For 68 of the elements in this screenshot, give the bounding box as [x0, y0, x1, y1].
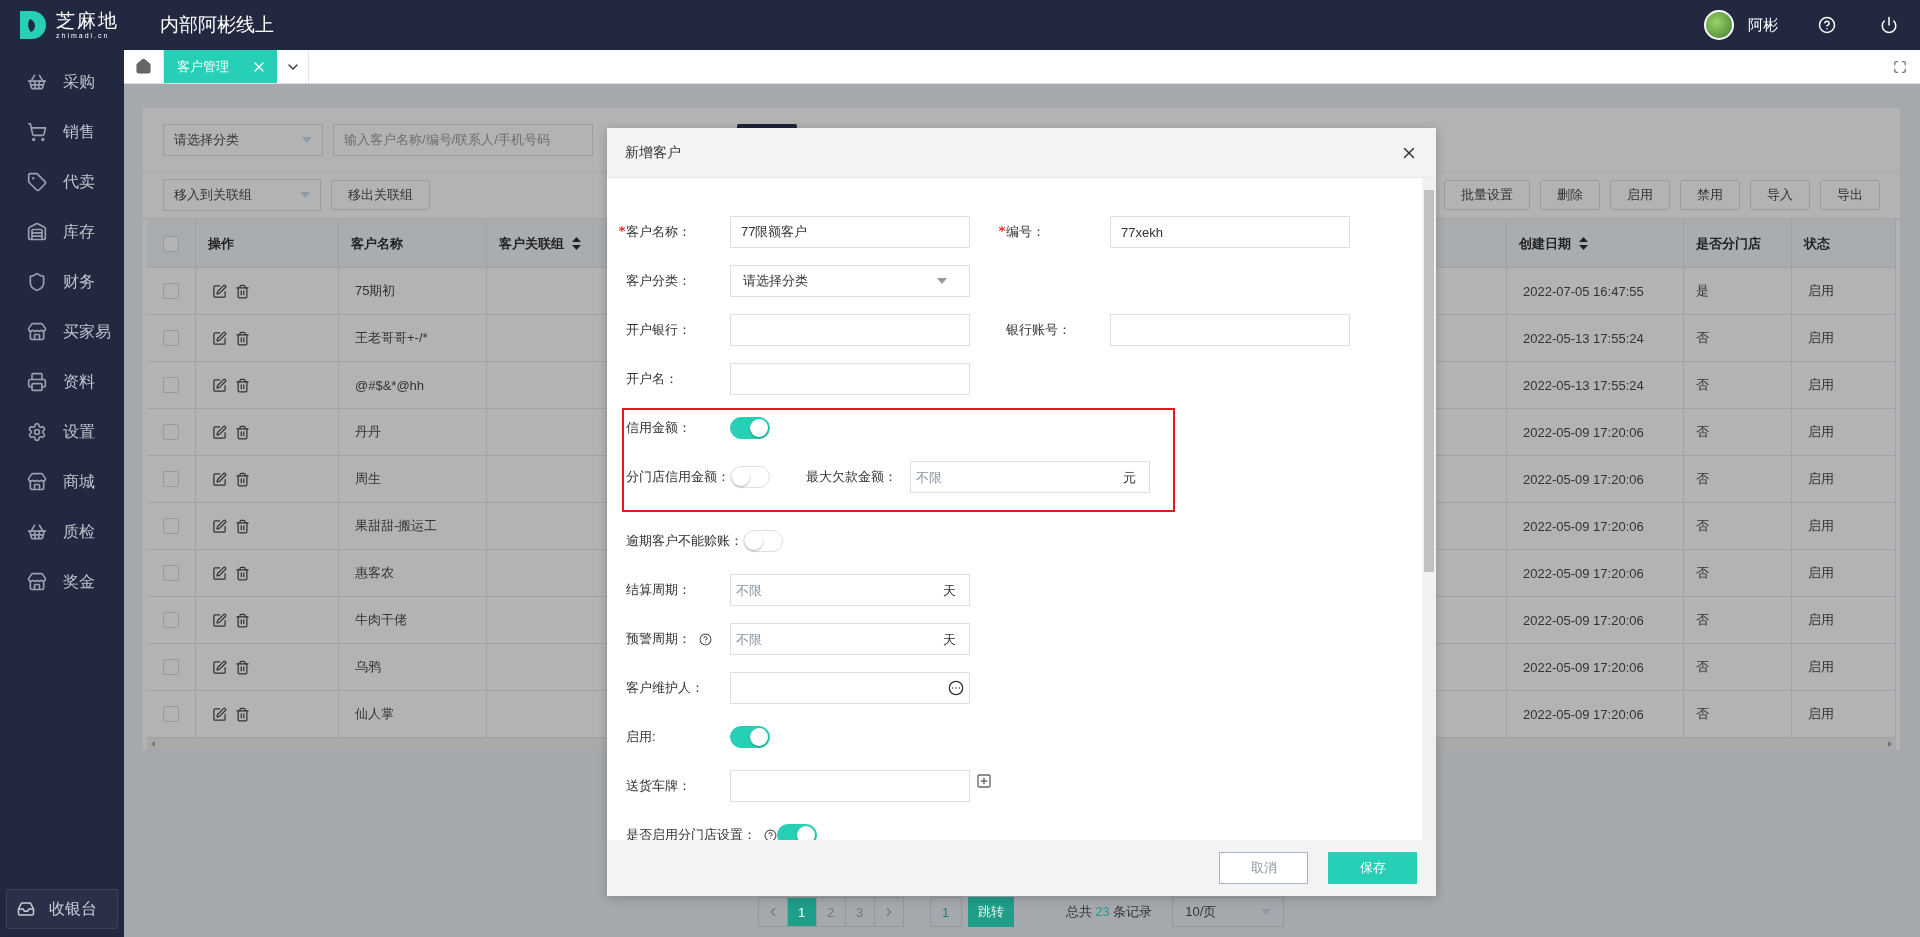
table-cell: 王老哥哥+-/* [355, 329, 428, 347]
table-cell: 75期初 [355, 282, 396, 300]
unit-label: 元 [1123, 469, 1136, 487]
table-cell: 2022-05-09 17:20:06 [1523, 471, 1644, 487]
table-cell: 否 [1696, 517, 1709, 535]
field-label: 送货车牌： [626, 777, 691, 795]
table-cell: 2022-05-13 17:55:24 [1523, 377, 1644, 393]
table-cell: 2022-05-09 17:20:06 [1523, 424, 1644, 440]
column-header: 操作 [208, 234, 234, 253]
field-label: 客户分类： [626, 272, 691, 290]
column-header: 客户名称 [351, 234, 403, 253]
column-header: 状态 [1804, 234, 1830, 253]
table-cell: 启用 [1808, 658, 1834, 676]
table-cell: 果甜甜-搬运工 [355, 517, 438, 535]
field-label: 信用金额： [626, 419, 691, 437]
field-label: 启用: [626, 728, 656, 746]
table-cell: 启用 [1808, 376, 1834, 394]
dialog-title: 新增客户 [625, 143, 681, 162]
table-cell: 惠客农 [355, 564, 394, 582]
table-cell: 2022-05-09 17:20:06 [1523, 565, 1644, 581]
table-cell: 否 [1696, 611, 1709, 629]
column-header: 客户关联组 [499, 234, 564, 253]
table-cell: 2022-05-09 17:20:06 [1523, 612, 1644, 628]
field-label: 最大欠款金额： [806, 468, 897, 486]
table-cell: 启用 [1808, 611, 1834, 629]
table-cell: 启用 [1808, 282, 1834, 300]
table-cell: 2022-05-13 17:55:24 [1523, 330, 1644, 346]
logo-text: 芝麻地 [56, 11, 119, 30]
table-cell: 启用 [1808, 470, 1834, 488]
table-cell: 牛肉干佬 [355, 611, 407, 629]
table-cell: 否 [1696, 376, 1709, 394]
record-total: 总共 23 条记录 [1065, 903, 1153, 921]
table-cell: 2022-05-09 17:20:06 [1523, 706, 1644, 722]
table-cell: 是 [1696, 282, 1709, 300]
app-title: 内部阿彬线上 [160, 13, 274, 37]
field-label: 开户名： [626, 370, 678, 388]
unit-label: 天 [943, 582, 956, 600]
field-label: 客户名称： [626, 223, 691, 241]
unit-label: 天 [943, 631, 956, 649]
table-cell: 否 [1696, 705, 1709, 723]
table-cell: 否 [1696, 423, 1709, 441]
field-label: 编号： [1006, 223, 1045, 241]
field-label: 结算周期： [626, 581, 691, 599]
table-cell: @#$&*@hh [355, 377, 425, 393]
table-cell: 2022-05-09 17:20:06 [1523, 518, 1644, 534]
table-cell: 丹丹 [355, 423, 381, 441]
table-cell: 启用 [1808, 329, 1834, 347]
table-cell: 否 [1696, 329, 1709, 347]
field-label: 逾期客户不能赊账： [626, 532, 743, 550]
column-header: 创建日期 [1519, 234, 1571, 253]
table-cell: 启用 [1808, 517, 1834, 535]
field-label: 客户维护人： [626, 679, 704, 697]
field-label: 预警周期： [626, 630, 691, 648]
table-cell: 仙人掌 [355, 705, 394, 723]
table-cell: 启用 [1808, 564, 1834, 582]
table-cell: 2022-07-05 16:47:55 [1523, 283, 1644, 299]
table-cell: 周生 [355, 470, 381, 488]
column-header: 是否分门店 [1696, 234, 1761, 253]
table-cell: 否 [1696, 564, 1709, 582]
field-label: 开户银行： [626, 321, 691, 339]
table-cell: 2022-05-09 17:20:06 [1523, 659, 1644, 675]
table-cell: 启用 [1808, 705, 1834, 723]
table-cell: 启用 [1808, 423, 1834, 441]
table-cell: 否 [1696, 470, 1709, 488]
field-label: 分门店信用金额： [626, 468, 730, 486]
table-cell: 乌鸦 [355, 658, 381, 676]
field-label: 银行账号： [1006, 321, 1071, 339]
table-cell: 否 [1696, 658, 1709, 676]
